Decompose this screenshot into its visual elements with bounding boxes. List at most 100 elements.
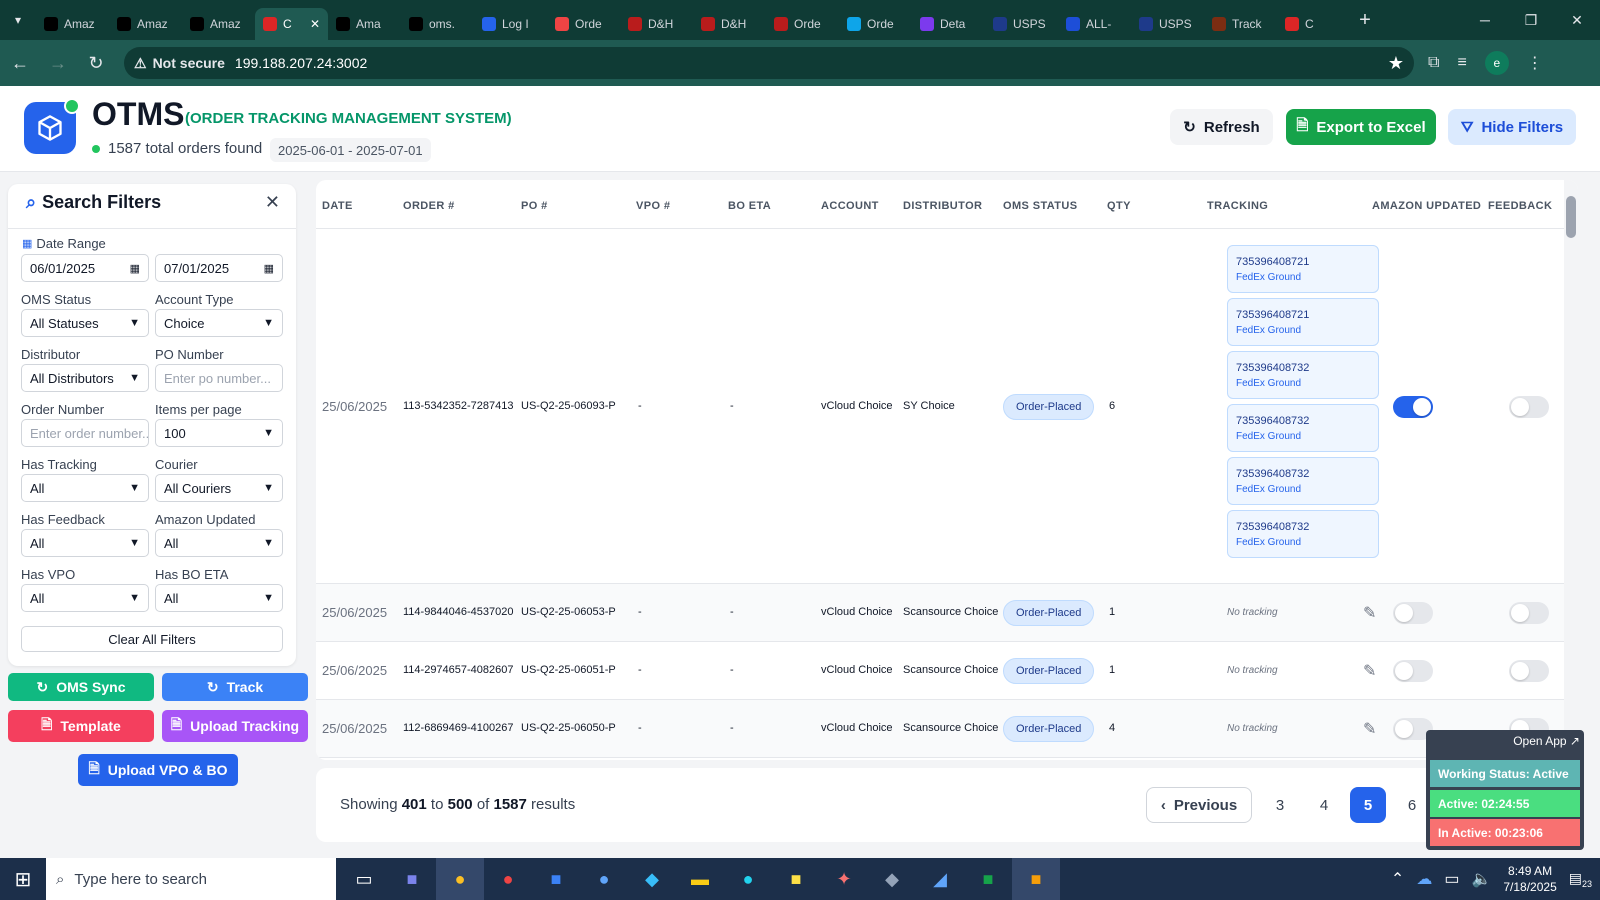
outlook-icon[interactable]: ■	[532, 858, 580, 900]
extensions-icon[interactable]: ⧉	[1428, 54, 1439, 72]
feedback-toggle[interactable]	[1509, 395, 1549, 418]
url-bar[interactable]: ⚠ Not secure 199.188.207.24:3002 ★	[124, 47, 1414, 79]
upload-tracking-button[interactable]: 🗎 Upload Tracking	[162, 710, 308, 742]
menu-kebab-icon[interactable]: ⋮	[1527, 53, 1543, 73]
tracking-card[interactable]: 735396408732 FedEx Ground	[1227, 457, 1379, 505]
previous-page-button[interactable]: ‹ Previous	[1146, 787, 1252, 823]
sticky-notes-icon[interactable]: ■	[772, 858, 820, 900]
volume-icon[interactable]: 🔈	[1471, 869, 1491, 889]
forward-icon[interactable]: →	[40, 45, 76, 81]
excel-icon[interactable]: ■	[964, 858, 1012, 900]
system-clock[interactable]: 8:49 AM 7/18/2025	[1503, 863, 1556, 895]
date-from-input[interactable]: 06/01/2025 ▦	[21, 254, 149, 282]
table-row[interactable]: 25/06/2025 113-5342352-7287413 US-Q2-25-06…	[316, 229, 1578, 584]
close-tab-icon[interactable]: ✕	[310, 17, 320, 31]
browser-tab[interactable]: Deta	[912, 8, 985, 40]
clear-filters-button[interactable]: Clear All Filters	[21, 626, 283, 652]
browser-tab[interactable]: Track	[1204, 8, 1277, 40]
page-5-button[interactable]: 5	[1350, 787, 1386, 823]
has-feedback-select[interactable]: All ▼	[21, 529, 149, 557]
export-excel-button[interactable]: 🗎 Export to Excel	[1286, 109, 1436, 145]
app-icon[interactable]: ◆	[628, 858, 676, 900]
browser-tab[interactable]: Log I	[474, 8, 547, 40]
browser-tab[interactable]: D&H	[620, 8, 693, 40]
distributor-select[interactable]: All Distributors ▼	[21, 364, 149, 392]
bookmark-star-icon[interactable]: ★	[1388, 53, 1404, 74]
back-icon[interactable]: ←	[2, 45, 38, 81]
amazon-updated-toggle[interactable]	[1393, 602, 1433, 624]
browser-tab[interactable]: USPS	[1131, 8, 1204, 40]
has-vpo-select[interactable]: All ▼	[21, 584, 149, 612]
notifications-icon[interactable]: ▤23	[1569, 870, 1592, 889]
browser-tab[interactable]: Amaz	[36, 8, 109, 40]
browser-tab[interactable]: USPS	[985, 8, 1058, 40]
file-explorer-icon[interactable]: ▬	[676, 858, 724, 900]
feedback-toggle[interactable]	[1509, 660, 1549, 682]
refresh-button[interactable]: ↻ Refresh	[1170, 109, 1273, 145]
browser-tab[interactable]: Amaz	[109, 8, 182, 40]
new-tab-button[interactable]: +	[1350, 9, 1380, 32]
profile-avatar[interactable]: e	[1484, 51, 1509, 75]
has-tracking-select[interactable]: All ▼	[21, 474, 149, 502]
edit-pencil-icon[interactable]: ✎	[1363, 719, 1376, 739]
page-6-button[interactable]: 6	[1394, 787, 1430, 823]
close-window-icon[interactable]: ✕	[1554, 0, 1600, 40]
browser-tab[interactable]: Orde	[766, 8, 839, 40]
task-view-icon[interactable]: ▭	[340, 858, 388, 900]
tracking-card[interactable]: 735396408732 FedEx Ground	[1227, 351, 1379, 399]
scrollbar-thumb[interactable]	[1566, 196, 1576, 238]
calendar-picker-icon[interactable]: ▦	[130, 262, 140, 275]
store-icon[interactable]: ■	[1012, 858, 1060, 900]
page-3-button[interactable]: 3	[1262, 787, 1298, 823]
calendar-picker-icon[interactable]: ▦	[264, 262, 274, 275]
edit-pencil-icon[interactable]: ✎	[1363, 661, 1376, 681]
media-queue-icon[interactable]: ≡	[1457, 54, 1466, 72]
has-bo-eta-select[interactable]: All ▼	[155, 584, 283, 612]
items-per-page-select[interactable]: 100 ▼	[155, 419, 283, 447]
po-number-input[interactable]: Enter po number...	[155, 364, 283, 392]
chevron-up-icon[interactable]: ⌃	[1391, 869, 1404, 889]
onedrive-icon[interactable]: ☁	[1416, 869, 1432, 889]
reload-icon[interactable]: ↻	[78, 45, 114, 81]
edit-pencil-icon[interactable]: ✎	[1363, 603, 1376, 623]
zoom-icon[interactable]: ●	[580, 858, 628, 900]
tracking-card[interactable]: 735396408732 FedEx Ground	[1227, 510, 1379, 558]
app-icon[interactable]: ◢	[916, 858, 964, 900]
chrome-profile-icon[interactable]: ●	[484, 858, 532, 900]
tracking-card[interactable]: 735396408721 FedEx Ground	[1227, 245, 1379, 293]
table-row[interactable]: 25/06/2025 112-6869469-4100267 US-Q2-25-06…	[316, 700, 1578, 758]
browser-tab[interactable]: C	[1277, 8, 1350, 40]
track-button[interactable]: ↻ Track	[162, 673, 308, 701]
teams-icon[interactable]: ■	[388, 858, 436, 900]
windows-start-icon[interactable]: ⊞	[0, 858, 46, 900]
amazon-updated-toggle[interactable]	[1393, 660, 1433, 682]
account-type-select[interactable]: Choice ▼	[155, 309, 283, 337]
tracking-card[interactable]: 735396408732 FedEx Ground	[1227, 404, 1379, 452]
upload-vpo-button[interactable]: 🗎 Upload VPO & BO	[78, 754, 238, 786]
oms-status-select[interactable]: All Statuses ▼	[21, 309, 149, 337]
chrome-icon[interactable]: ●	[436, 858, 484, 900]
browser-tab[interactable]: C ✕	[255, 8, 328, 40]
browser-tab[interactable]: oms.	[401, 8, 474, 40]
edge-icon[interactable]: ●	[724, 858, 772, 900]
table-scrollbar[interactable]	[1564, 180, 1578, 760]
page-4-button[interactable]: 4	[1306, 787, 1342, 823]
table-row[interactable]: 25/06/2025 114-2974657-4082607 US-Q2-25-06…	[316, 642, 1578, 700]
amazon-updated-select[interactable]: All ▼	[155, 529, 283, 557]
tracking-card[interactable]: 735396408721 FedEx Ground	[1227, 298, 1379, 346]
table-row[interactable]: 25/06/2025 114-9844046-4537020 US-Q2-25-06…	[316, 584, 1578, 642]
browser-tab[interactable]: ALL-	[1058, 8, 1131, 40]
feedback-toggle[interactable]	[1509, 602, 1549, 624]
tab-search-chevron-icon[interactable]: ▾	[0, 0, 36, 40]
browser-tab[interactable]: D&H	[693, 8, 766, 40]
maximize-icon[interactable]: ❐	[1508, 0, 1554, 40]
open-app-link[interactable]: Open App ↗	[1513, 734, 1580, 748]
template-button[interactable]: 🗎 Template	[8, 710, 154, 742]
browser-tab[interactable]: Ama	[328, 8, 401, 40]
browser-tab[interactable]: Amaz	[182, 8, 255, 40]
order-number-input[interactable]: Enter order number...	[21, 419, 149, 447]
amazon-updated-toggle[interactable]	[1393, 395, 1433, 418]
close-filters-icon[interactable]: ✕	[265, 192, 280, 213]
app-icon[interactable]: ✦	[820, 858, 868, 900]
browser-tab[interactable]: Orde	[547, 8, 620, 40]
